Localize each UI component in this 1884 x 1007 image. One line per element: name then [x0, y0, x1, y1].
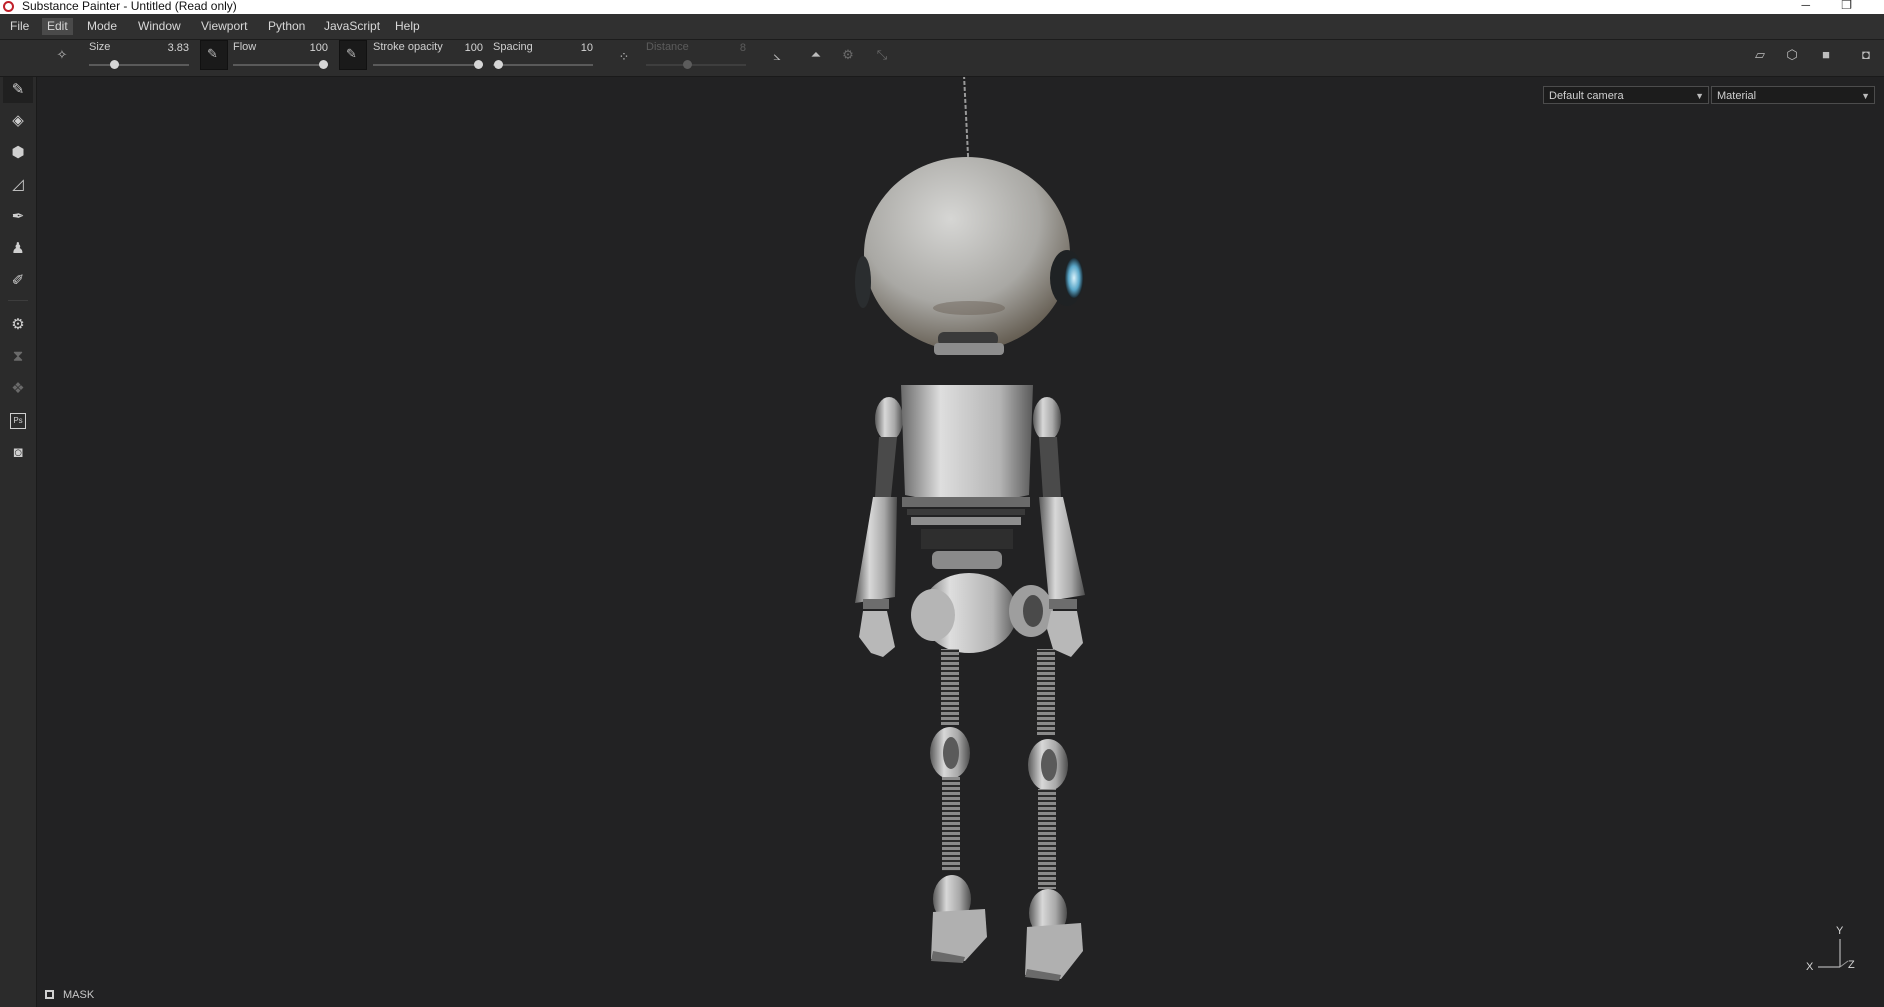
polygon-fill-icon: ◿	[12, 176, 24, 193]
size-slider[interactable]: Size 3.83	[89, 40, 189, 76]
color-picker-tool-button[interactable]: ✐	[3, 268, 33, 294]
menu-javascript[interactable]: JavaScript	[319, 18, 385, 35]
stroke-opacity-value[interactable]: 100	[465, 42, 483, 54]
axis-z-label: Z	[1848, 959, 1855, 971]
spacing-handle[interactable]	[494, 60, 503, 69]
angle-icon[interactable]: ⦣	[766, 48, 788, 64]
window-title: Substance Painter - Untitled (Read only)	[22, 0, 237, 13]
3d-view-icon[interactable]: ⬡	[1782, 47, 1802, 63]
size-pressure-icon: ✎	[207, 46, 218, 61]
smudge-icon: ✒	[11, 208, 25, 225]
size-label: Size	[89, 41, 111, 53]
flow-track	[233, 64, 328, 66]
robot-eye	[1065, 258, 1083, 298]
size-handle[interactable]	[109, 60, 119, 69]
minimize-icon[interactable]: ─	[1801, 0, 1810, 12]
spacing-track	[493, 64, 593, 66]
export-tool-button[interactable]: ⧗	[3, 344, 33, 370]
camera-icon[interactable]: ■	[1815, 47, 1837, 62]
title-bar: Substance Painter - Untitled (Read only)…	[0, 0, 1884, 14]
axis-x-label: X	[1806, 961, 1814, 973]
tool-properties-bar: ✧ Size 3.83 ✎ Flow 100 ✎ Stroke opacity …	[0, 40, 1884, 77]
stroke-opacity-slider[interactable]: Stroke opacity 100	[373, 40, 483, 76]
distance-track	[646, 64, 746, 66]
spacing-label: Spacing	[493, 41, 533, 53]
render-tool-button[interactable]: ◙	[3, 440, 33, 466]
projection-tool-button[interactable]: ⬢	[3, 140, 33, 166]
distance-handle	[683, 60, 692, 69]
substance-painter-logo-icon	[3, 1, 14, 12]
render-icon: ◙	[13, 444, 23, 461]
symmetry-settings-icon[interactable]: ⚙	[838, 47, 858, 63]
tool-divider	[8, 300, 28, 301]
menu-viewport[interactable]: Viewport	[196, 18, 252, 35]
eyedropper-icon: ✐	[11, 272, 25, 289]
menu-window[interactable]: Window	[133, 18, 186, 35]
paint-brush-icon: ✎	[11, 81, 25, 98]
polygon-fill-tool-button[interactable]: ◿	[3, 172, 33, 198]
clone-stamp-icon: ♟	[11, 240, 25, 257]
menu-edit[interactable]: Edit	[42, 18, 73, 35]
photoshop-icon: Ps	[10, 413, 26, 430]
axis-gizmo: Y X Z	[1804, 923, 1864, 983]
brush-preset-icon[interactable]: ✧	[52, 47, 72, 63]
distance-label: Distance	[646, 41, 689, 53]
stroke-opacity-label: Stroke opacity	[373, 41, 443, 53]
robot-torso	[901, 385, 1033, 502]
screenshot-icon[interactable]: ◘	[1856, 47, 1876, 62]
transform-icon[interactable]: ⤡	[872, 47, 892, 63]
menu-python[interactable]: Python	[263, 18, 310, 35]
spacing-value[interactable]: 10	[581, 42, 593, 54]
projection-cube-icon: ⬢	[11, 144, 25, 161]
tool-strip: ✎ ◈ ⬢ ◿ ✒ ♟ ✐ ⚙ ⧗ ❖ Ps ◙	[0, 77, 37, 1007]
lazy-mouse-icon[interactable]: ⁘	[614, 49, 634, 65]
flow-value[interactable]: 100	[310, 42, 328, 54]
menu-mode[interactable]: Mode	[82, 18, 122, 35]
robot-left-hand	[859, 611, 895, 657]
stroke-opacity-handle[interactable]	[474, 60, 483, 69]
robot-3d-model[interactable]	[37, 77, 1884, 1007]
smudge-tool-button[interactable]: ✒	[3, 204, 33, 230]
flow-slider[interactable]: Flow 100	[233, 40, 328, 76]
size-value[interactable]: 3.83	[168, 42, 189, 54]
size-track	[89, 64, 189, 66]
spacing-slider[interactable]: Spacing 10	[493, 40, 593, 76]
flow-label: Flow	[233, 41, 257, 53]
paint-tool-button[interactable]: ✎	[3, 77, 33, 103]
photoshop-tool-button[interactable]: Ps	[3, 408, 33, 434]
flow-handle[interactable]	[319, 60, 328, 69]
mask-checkbox-icon	[45, 990, 54, 999]
flow-pressure-icon: ✎	[346, 46, 357, 61]
distance-slider: Distance 8	[646, 40, 746, 76]
eraser-icon: ◈	[12, 112, 24, 129]
size-pressure-button[interactable]: ✎	[200, 40, 228, 70]
mask-toggle[interactable]: MASK	[45, 989, 94, 1003]
robot-head	[864, 157, 1070, 351]
hourglass-icon: ⧗	[12, 348, 24, 365]
gear-icon: ⚙	[11, 316, 25, 333]
flow-pressure-button[interactable]: ✎	[339, 40, 367, 70]
axis-y-label: Y	[1836, 925, 1844, 937]
3d-viewport[interactable]: Default camera ▼ Material ▼ Y X Z MASK	[37, 77, 1884, 1007]
restore-icon[interactable]: ❐	[1841, 0, 1852, 12]
material-tool-button[interactable]: ❖	[3, 376, 33, 402]
distance-value: 8	[739, 42, 746, 54]
bake-settings-button[interactable]: ⚙	[3, 312, 33, 338]
stroke-opacity-track	[373, 64, 483, 66]
menu-file[interactable]: File	[5, 18, 34, 35]
clone-tool-button[interactable]: ♟	[3, 236, 33, 262]
symmetry-icon[interactable]: ⏶	[806, 47, 826, 63]
menu-help[interactable]: Help	[390, 18, 425, 35]
menu-bar: File Edit Mode Window Viewport Python Ja…	[0, 14, 1884, 40]
2d-view-icon[interactable]: ▱	[1750, 47, 1770, 63]
mask-label: MASK	[63, 989, 95, 1001]
material-icon: ❖	[11, 380, 25, 397]
eraser-tool-button[interactable]: ◈	[3, 108, 33, 134]
